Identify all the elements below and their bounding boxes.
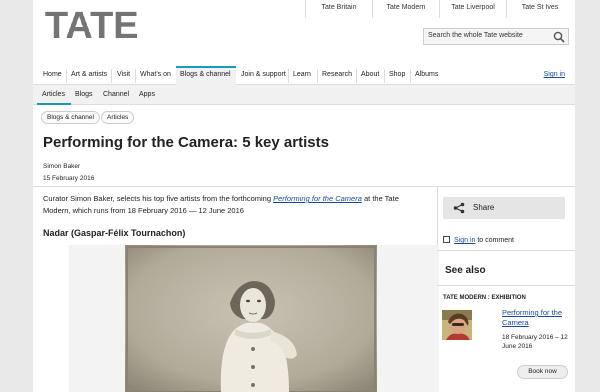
article-intro: Curator Simon Baker, selects his top fiv… xyxy=(43,194,399,215)
subnav-apps[interactable]: Apps xyxy=(139,91,155,98)
main-nav: Home Art & artists Visit What's on Blogs… xyxy=(33,66,575,86)
section-heading: Nadar (Gaspar-Félix Tournachon) xyxy=(43,228,186,238)
svg-text:TATE: TATE xyxy=(45,6,137,42)
exhibition-label: TATE MODERN : EXHIBITION xyxy=(443,295,526,301)
search-icon[interactable] xyxy=(553,31,565,43)
nav-visit[interactable]: Visit xyxy=(117,71,130,78)
search-input[interactable]: Search the whole Tate website xyxy=(423,28,569,45)
sign-in-link[interactable]: Sign in xyxy=(544,71,565,78)
subnav-blogs[interactable]: Blogs xyxy=(75,91,93,98)
subnav-channel[interactable]: Channel xyxy=(103,91,129,98)
tate-logo[interactable]: TATE xyxy=(45,6,137,42)
exhibition-dates: 18 February 2016 – 12 June 2016 xyxy=(502,334,568,350)
nav-join-support[interactable]: Join & support xyxy=(241,71,286,78)
nav-shop[interactable]: Shop xyxy=(389,71,405,78)
share-button[interactable]: Share xyxy=(443,197,565,219)
exhibition-link[interactable]: Performing for the Camera xyxy=(273,194,362,203)
comment-prompt: Sign in to comment xyxy=(443,236,514,244)
top-link-tate-modern[interactable]: Tate Modern xyxy=(372,0,439,18)
article-author[interactable]: Simon Baker xyxy=(43,163,80,170)
nav-blogs-channel[interactable]: Blogs & channel xyxy=(180,71,231,78)
search-placeholder: Search the whole Tate website xyxy=(428,32,523,39)
nav-about[interactable]: About xyxy=(361,71,379,78)
artwork-image-frame xyxy=(69,245,439,392)
see-also-heading: See also xyxy=(445,265,486,276)
sub-nav: Articles Blogs Channel Apps xyxy=(33,85,575,105)
nav-home[interactable]: Home xyxy=(43,71,62,78)
exhibition-thumbnail[interactable] xyxy=(442,310,472,340)
nav-research[interactable]: Research xyxy=(322,71,352,78)
top-site-links: Tate Britain Tate Modern Tate Liverpool … xyxy=(305,0,573,18)
page-title: Performing for the Camera: 5 key artists xyxy=(43,134,329,151)
divider xyxy=(33,186,575,187)
artwork-photo[interactable] xyxy=(125,245,377,392)
sidebar-divider-2 xyxy=(437,285,575,286)
breadcrumb-blogs-channel[interactable]: Blogs & channel xyxy=(41,111,100,124)
book-now-button[interactable]: Book now xyxy=(517,365,568,379)
page: TATE Tate Britain Tate Modern Tate Liver… xyxy=(33,0,575,392)
comment-sign-in-link[interactable]: Sign in xyxy=(454,237,475,244)
top-link-tate-liverpool[interactable]: Tate Liverpool xyxy=(439,0,506,18)
comment-icon xyxy=(443,236,450,243)
nav-albums[interactable]: Albums xyxy=(415,71,438,78)
nav-art-artists[interactable]: Art & artists xyxy=(71,71,107,78)
nav-learn[interactable]: Learn xyxy=(293,71,311,78)
share-label: Share xyxy=(473,203,495,212)
subnav-articles[interactable]: Articles xyxy=(42,91,65,98)
exhibition-title-link[interactable]: Performing for the Camera xyxy=(502,308,572,328)
top-link-tate-st-ives[interactable]: Tate St Ives xyxy=(506,0,573,18)
top-link-tate-britain[interactable]: Tate Britain xyxy=(305,0,372,18)
sidebar-divider-1 xyxy=(437,250,575,251)
share-icon xyxy=(453,202,465,214)
article-date: 15 February 2016 xyxy=(43,175,95,182)
breadcrumb-articles[interactable]: Articles xyxy=(101,111,135,124)
nav-whats-on[interactable]: What's on xyxy=(140,71,171,78)
